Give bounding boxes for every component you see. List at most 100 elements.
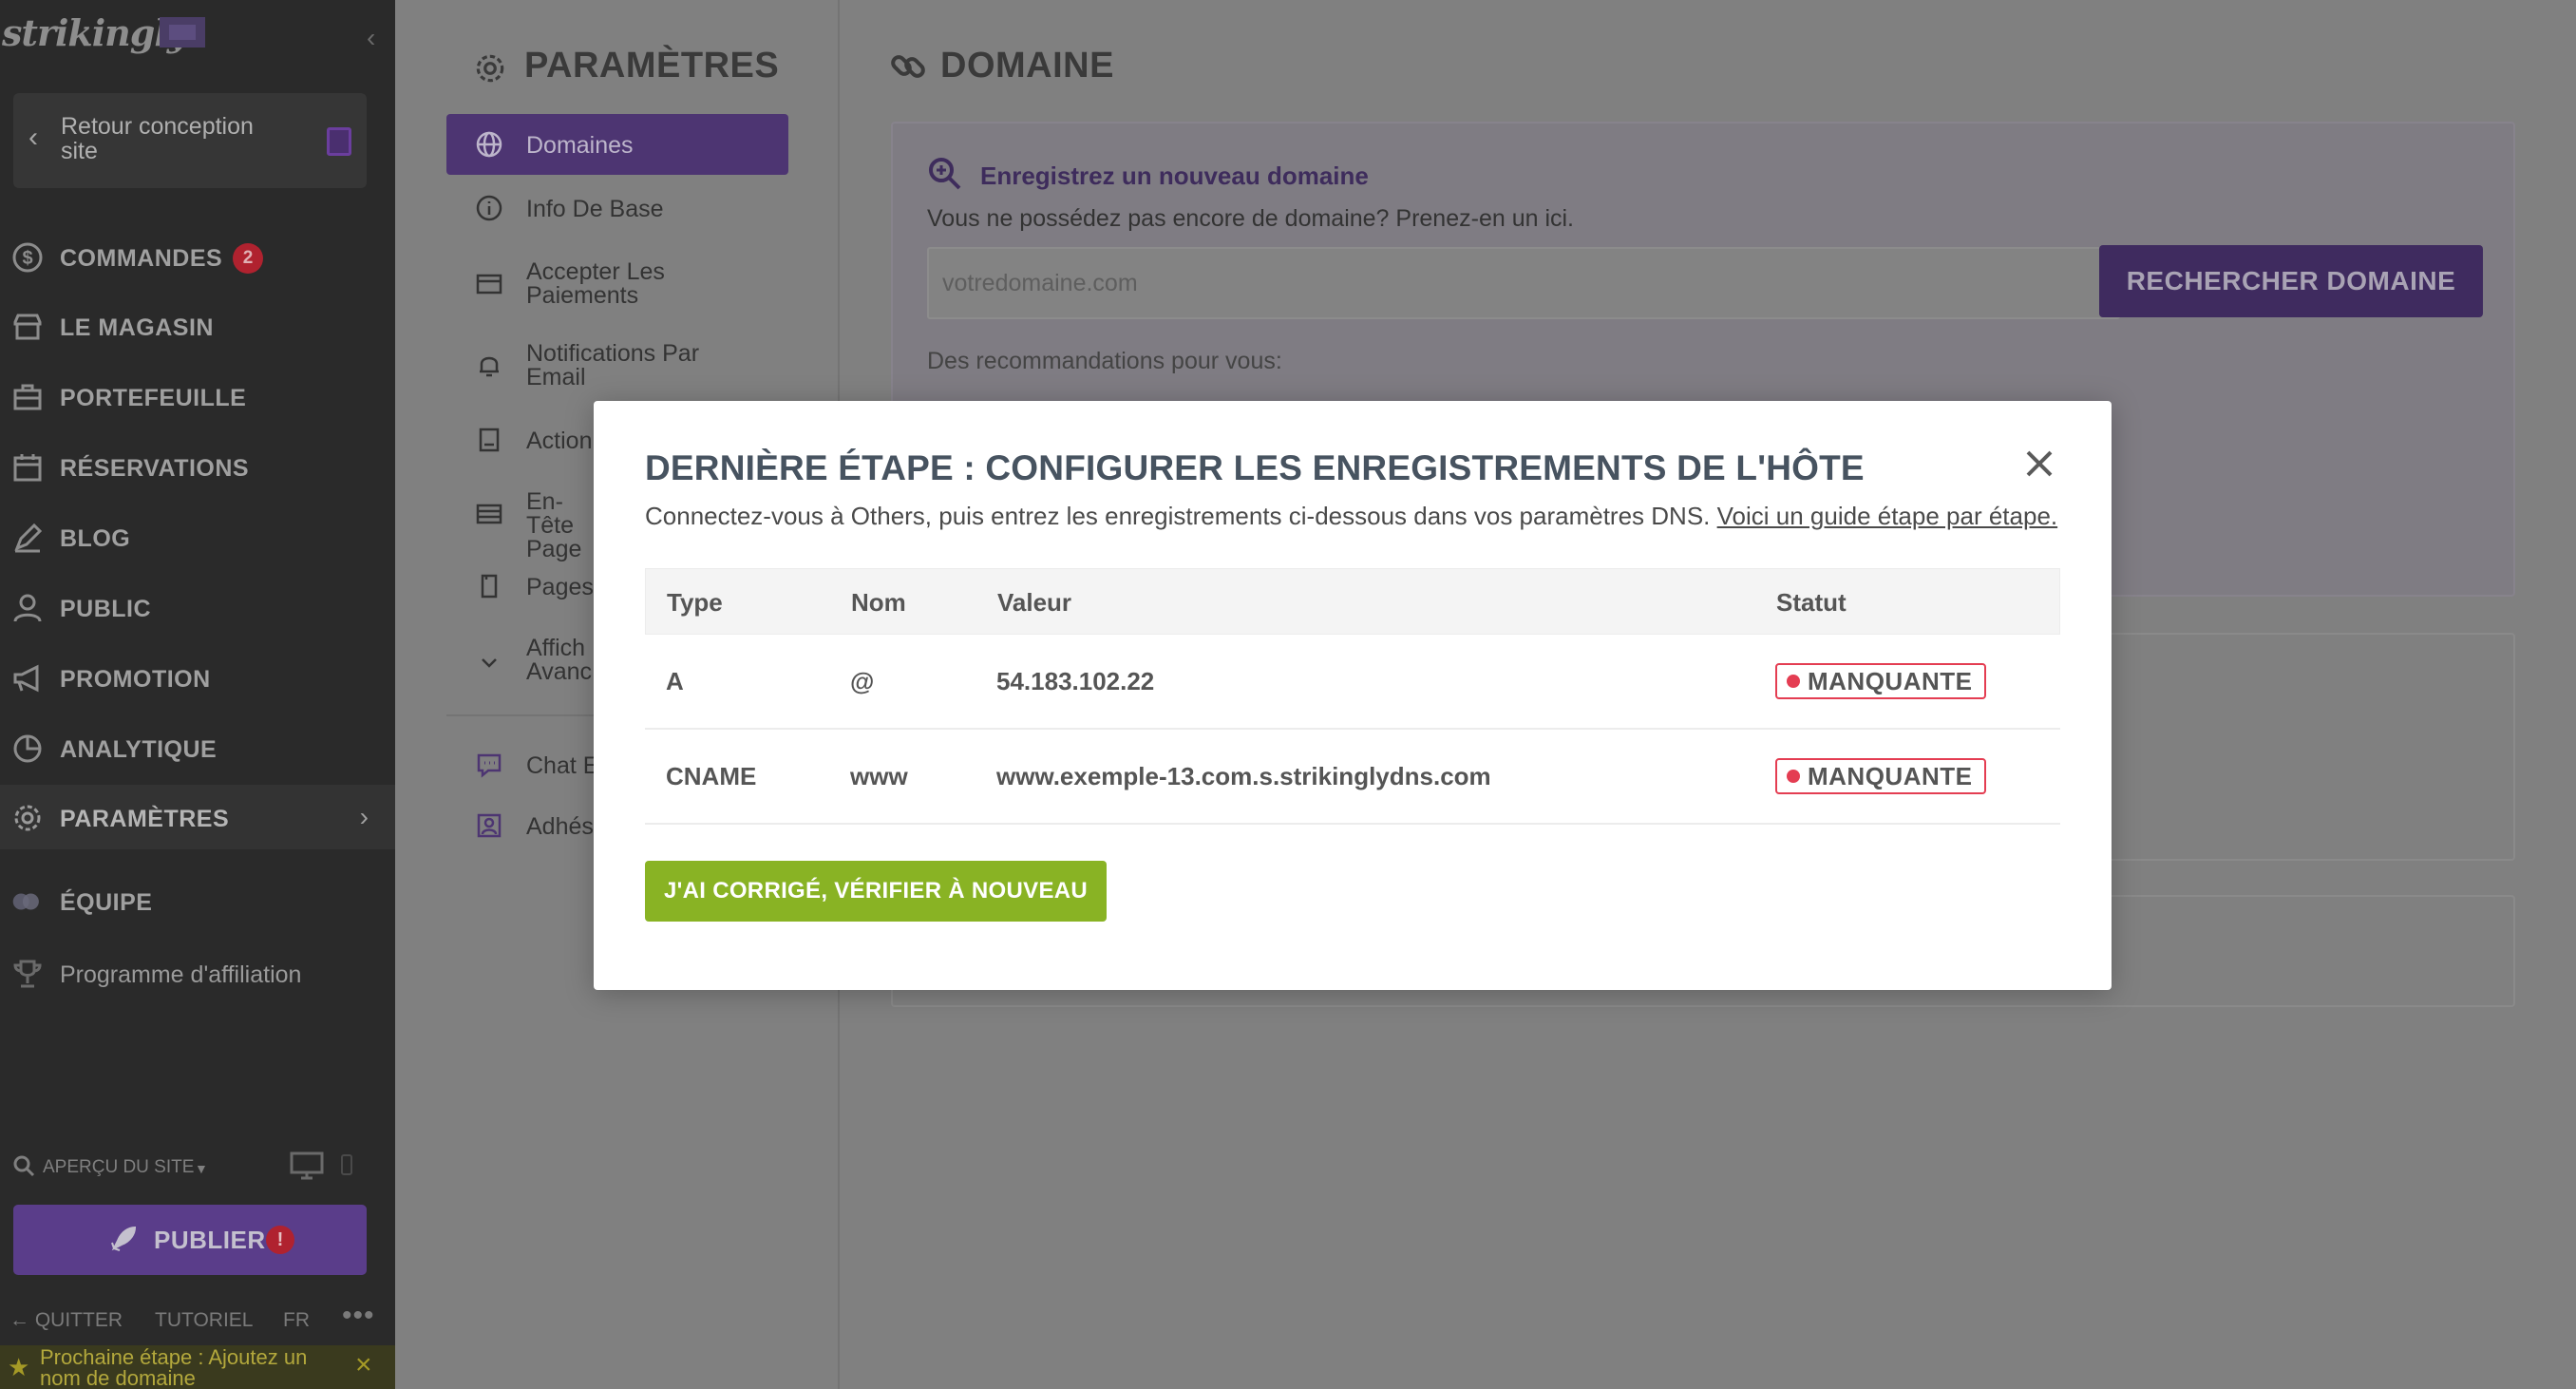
sidebar-item-affiliation[interactable]: Programme d'affiliation bbox=[0, 941, 395, 1005]
sidebar-item-portefeuille[interactable]: PORTEFEUILLE bbox=[0, 364, 395, 428]
record-value: www.exemple-13.com.s.strikinglydns.com bbox=[996, 762, 1491, 790]
sidebar-item-label: PROMOTION bbox=[60, 666, 211, 693]
domain-search-input[interactable]: votredomaine.com bbox=[927, 247, 2120, 319]
main-sidebar: strikingly ‹ ‹ Retour conception site $ … bbox=[0, 0, 395, 1389]
collapse-sidebar-icon[interactable]: ‹ bbox=[367, 23, 375, 53]
desktop-icon[interactable] bbox=[290, 1151, 324, 1180]
column-header-type: Type bbox=[667, 588, 723, 617]
site-thumbnail[interactable] bbox=[160, 17, 205, 48]
record-name: www bbox=[850, 762, 908, 790]
settings-title: PARAMÈTRES bbox=[524, 46, 780, 86]
info-icon bbox=[476, 195, 502, 221]
settings-item-label: Pages bbox=[526, 574, 594, 600]
chevron-right-icon: › bbox=[359, 802, 369, 831]
sidebar-item-public[interactable]: PUBLIC bbox=[0, 575, 395, 639]
chevron-left-icon: ‹ bbox=[28, 122, 38, 153]
recommendations-label: Des recommandations pour vous: bbox=[927, 348, 1282, 374]
publish-button[interactable]: PUBLIER ! bbox=[13, 1205, 367, 1275]
sidebar-item-label: LE MAGASIN bbox=[60, 314, 214, 341]
column-header-valeur: Valeur bbox=[997, 588, 1072, 617]
site-page-icon bbox=[327, 127, 351, 156]
status-label: MANQUANTE bbox=[1808, 667, 1973, 695]
next-step-text: Prochaine étape : Ajoutez un nom de doma… bbox=[40, 1345, 308, 1389]
back-to-editor-button[interactable]: ‹ Retour conception site bbox=[13, 93, 367, 188]
quit-link[interactable]: ← QUITTER bbox=[9, 1309, 123, 1332]
register-heading: Enregistrez un nouveau domaine bbox=[980, 162, 1369, 190]
record-type: A bbox=[666, 667, 684, 695]
settings-item-info[interactable]: Info De Base bbox=[446, 192, 788, 226]
store-icon bbox=[13, 314, 42, 340]
rocket-icon bbox=[111, 1226, 137, 1251]
modal-description: Connectez-vous à Others, puis entrez les… bbox=[645, 502, 2057, 531]
sidebar-item-commandes[interactable]: $ COMMANDES 2 bbox=[0, 224, 395, 289]
site-preview-row[interactable]: APERÇU DU SITE ▼ bbox=[0, 1150, 395, 1188]
status-dot-icon bbox=[1787, 770, 1800, 783]
settings-item-label: En-Tête Page bbox=[526, 488, 582, 562]
logo-row: strikingly ‹ bbox=[0, 8, 395, 54]
sidebar-footer: ← QUITTER TUTORIEL FR ••• bbox=[0, 1300, 395, 1338]
settings-item-label: Chat E bbox=[526, 752, 599, 779]
sidebar-item-magasin[interactable]: LE MAGASIN bbox=[0, 294, 395, 358]
table-row: A @ 54.183.102.22 MANQUANTE bbox=[645, 635, 2060, 730]
register-subtitle: Vous ne possédez pas encore de domaine? … bbox=[927, 205, 1575, 232]
more-options-icon[interactable]: ••• bbox=[342, 1300, 375, 1332]
settings-item-label: Accepter Les Paiements bbox=[526, 258, 665, 309]
sidebar-item-promotion[interactable]: PROMOTION bbox=[0, 645, 395, 710]
caret-down-icon: ▼ bbox=[195, 1161, 208, 1176]
globe-icon bbox=[476, 131, 502, 158]
modal-title: DERNIÈRE ÉTAPE : CONFIGURER LES ENREGIST… bbox=[645, 448, 1865, 487]
settings-item-label: Adhés bbox=[526, 813, 594, 840]
verify-again-button[interactable]: J'AI CORRIGÉ, VÉRIFIER À NOUVEAU bbox=[645, 861, 1107, 922]
link-icon bbox=[891, 55, 925, 78]
settings-item-paiements[interactable]: Accepter Les Paiements bbox=[446, 258, 788, 312]
close-icon[interactable]: × bbox=[355, 1349, 372, 1381]
language-selector[interactable]: FR bbox=[283, 1309, 310, 1332]
settings-item-label: Domaines bbox=[526, 132, 634, 159]
sidebar-item-parametres[interactable]: PARAMÈTRES › bbox=[0, 785, 395, 849]
arrow-left-icon: ← bbox=[9, 1309, 29, 1331]
mobile-icon[interactable] bbox=[340, 1153, 353, 1176]
sidebar-item-equipe[interactable]: ÉQUIPE bbox=[0, 868, 395, 933]
briefcase-icon bbox=[13, 384, 42, 410]
gear-icon bbox=[476, 54, 504, 83]
table-row: CNAME www www.exemple-13.com.s.strikingl… bbox=[645, 730, 2060, 825]
sidebar-item-analytique[interactable]: ANALYTIQUE bbox=[0, 715, 395, 780]
settings-item-notifications[interactable]: Notifications Par Email bbox=[446, 340, 788, 393]
search-domain-button[interactable]: RECHERCHER DOMAINE bbox=[2099, 245, 2483, 317]
sidebar-item-label: PARAMÈTRES bbox=[60, 806, 230, 832]
status-dot-icon bbox=[1787, 675, 1800, 688]
quit-label: QUITTER bbox=[34, 1309, 123, 1331]
next-step-banner[interactable]: ★ Prochaine étape : Ajoutez un nom de do… bbox=[0, 1345, 395, 1389]
pie-chart-icon bbox=[13, 734, 42, 763]
member-icon bbox=[477, 813, 502, 838]
publish-label: PUBLIER bbox=[154, 1226, 266, 1254]
sidebar-item-label: Programme d'affiliation bbox=[60, 961, 302, 988]
calendar-icon bbox=[13, 454, 42, 482]
search-icon bbox=[13, 1155, 35, 1177]
tutorial-link[interactable]: TUTORIEL bbox=[155, 1309, 253, 1332]
sidebar-item-blog[interactable]: BLOG bbox=[0, 504, 395, 569]
sidebar-item-reservations[interactable]: RÉSERVATIONS bbox=[0, 434, 395, 499]
status-badge: MANQUANTE bbox=[1775, 758, 1986, 794]
column-header-nom: Nom bbox=[851, 588, 906, 617]
header-icon bbox=[476, 504, 502, 524]
sidebar-item-label: BLOG bbox=[60, 525, 131, 552]
dns-records-table: Type Nom Valeur Statut A @ 54.183.102.22… bbox=[645, 568, 2060, 825]
star-icon: ★ bbox=[8, 1353, 30, 1381]
megaphone-icon bbox=[13, 664, 39, 693]
book-icon bbox=[479, 428, 500, 452]
chevron-down-icon bbox=[482, 658, 497, 668]
gear-icon bbox=[14, 805, 41, 831]
guide-link[interactable]: Voici un guide étape par étape. bbox=[1717, 502, 2058, 530]
orders-count-badge: 2 bbox=[233, 243, 263, 274]
sidebar-item-label: PORTEFEUILLE bbox=[60, 385, 247, 411]
modal-description-text: Connectez-vous à Others, puis entrez les… bbox=[645, 502, 1711, 530]
settings-item-label: Notifications Par Email bbox=[526, 340, 700, 390]
dollar-icon: $ bbox=[12, 242, 43, 273]
table-header: Type Nom Valeur Statut bbox=[645, 568, 2060, 635]
trophy-icon bbox=[13, 960, 42, 988]
settings-item-domaines[interactable]: Domaines bbox=[446, 114, 788, 175]
sidebar-item-label: ANALYTIQUE bbox=[60, 736, 218, 763]
bell-icon bbox=[480, 356, 499, 377]
close-icon[interactable] bbox=[2020, 445, 2058, 483]
